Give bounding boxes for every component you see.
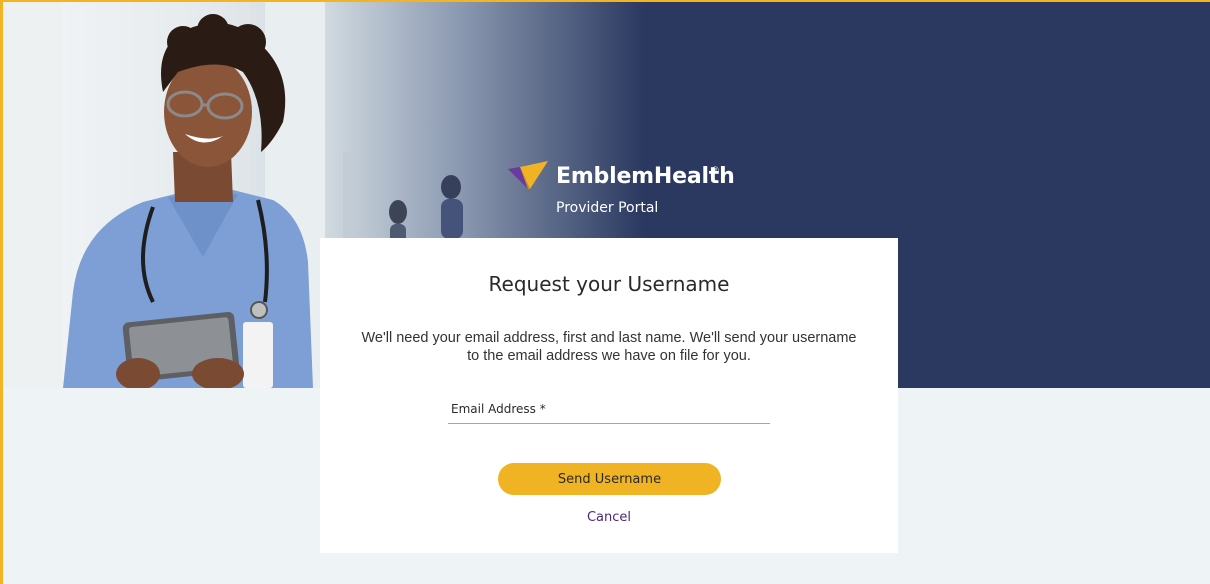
registered-mark: ® <box>712 165 719 175</box>
email-field[interactable]: Email Address * <box>448 399 770 424</box>
cancel-link[interactable]: Cancel <box>320 510 898 525</box>
brand-header: EmblemHealth ® Provider Portal <box>508 157 748 227</box>
brand-name: EmblemHealth <box>556 164 735 189</box>
send-username-button[interactable]: Send Username <box>498 463 721 495</box>
card-title: Request your Username <box>488 272 730 296</box>
email-input[interactable] <box>448 399 770 423</box>
emblem-logo-icon <box>508 161 548 189</box>
portal-subtitle: Provider Portal <box>556 200 659 216</box>
card-description: We'll need your email address, first and… <box>361 330 857 364</box>
request-username-card: Request your Username We'll need your em… <box>320 238 898 553</box>
